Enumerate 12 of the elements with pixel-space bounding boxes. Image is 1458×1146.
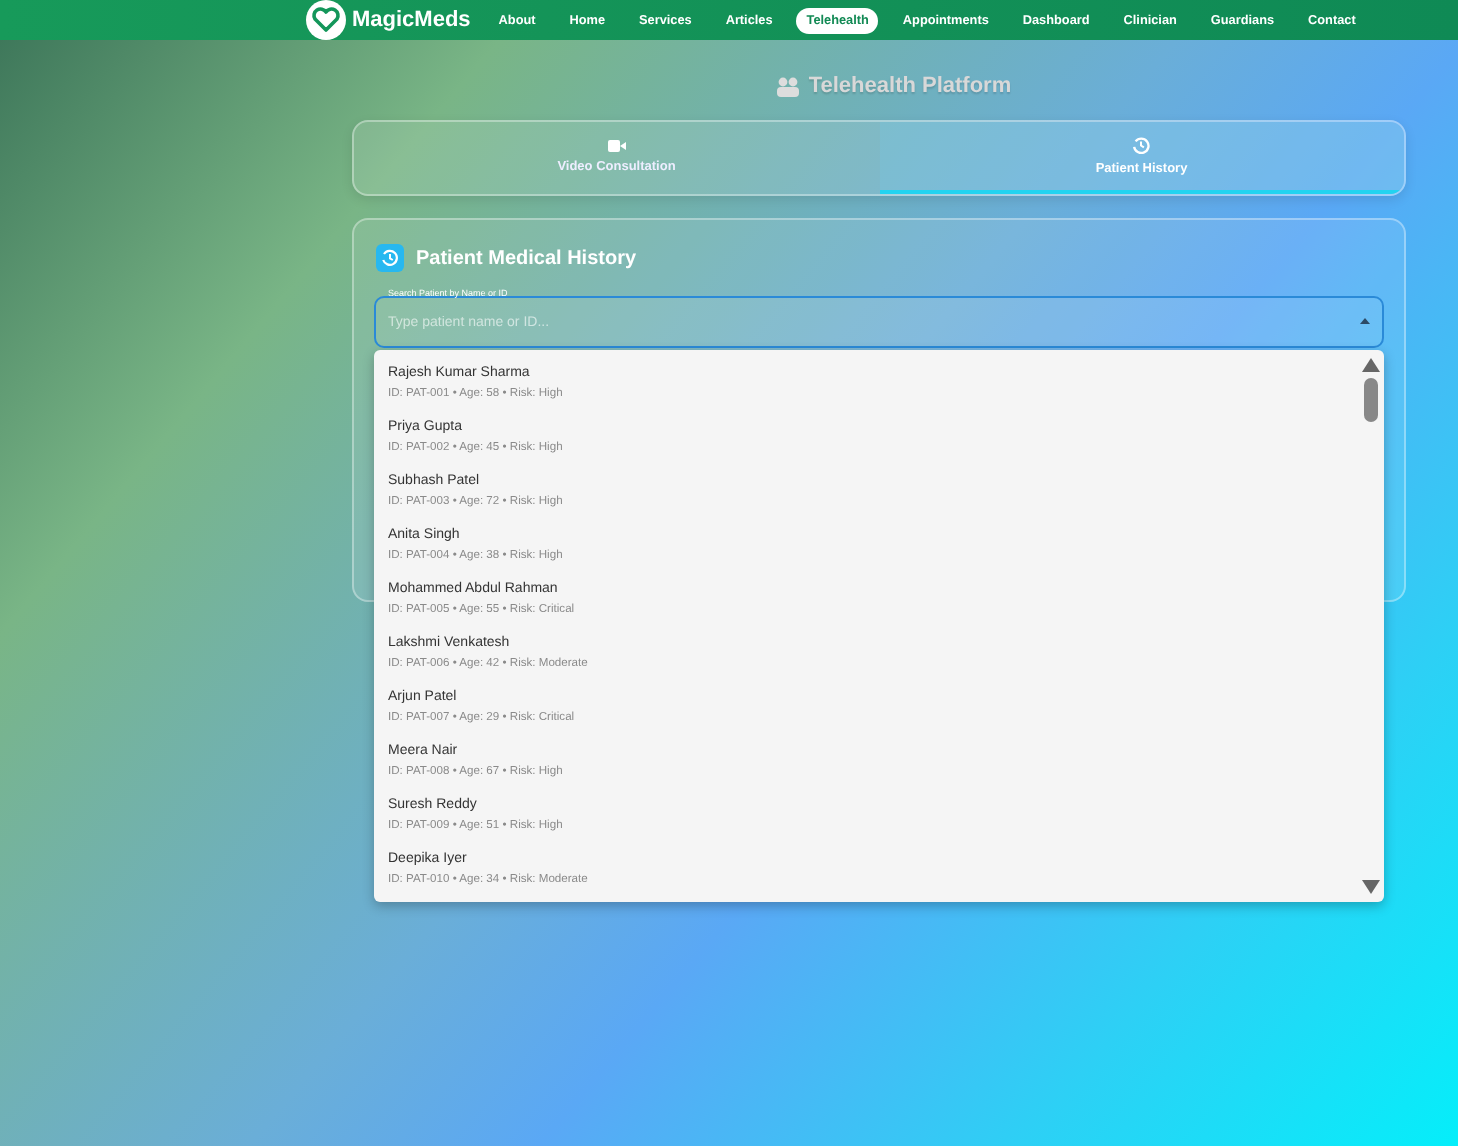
page-title: Telehealth Platform (808, 74, 1012, 98)
scroll-up-icon[interactable] (1361, 358, 1379, 372)
caret-icon[interactable] (1360, 318, 1370, 324)
people-icon (776, 75, 801, 97)
scroll-down-icon[interactable] (1361, 880, 1379, 894)
history-icon (1132, 136, 1151, 154)
panel-title: Patient Medical History (416, 247, 637, 269)
heart-logo-icon (306, 0, 346, 40)
history-icon (376, 244, 404, 272)
brand-name[interactable]: MagicMeds (352, 8, 471, 32)
video-camera-icon (607, 139, 626, 151)
scrollbar-thumb[interactable] (1363, 378, 1377, 422)
